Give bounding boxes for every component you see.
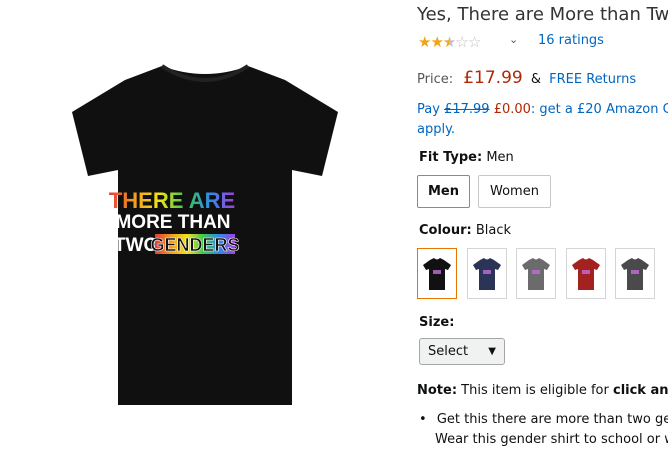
- eligibility-note: Note: This item is eligible for click an…: [417, 383, 668, 398]
- shirt-text-line1: THERE ARE: [109, 188, 235, 213]
- feature-bullet: • Get this there are more than two gen W…: [419, 410, 668, 450]
- promo-offer[interactable]: Pay £17.99 £0.00: get a £20 Amazon Gi ap…: [417, 100, 668, 140]
- size-select[interactable]: Select ▼: [419, 338, 505, 365]
- price-value: £17.99: [463, 68, 523, 88]
- tshirt-thumb-icon: [572, 257, 600, 290]
- size-select-value: Select: [428, 344, 469, 359]
- star-icon: ★: [418, 33, 431, 51]
- fit-type-label: Fit Type:: [419, 150, 483, 165]
- tshirt-thumb-icon: [522, 257, 550, 290]
- colour-label: Colour:: [419, 223, 472, 238]
- fit-type-value: Men: [486, 150, 514, 165]
- colour-swatch[interactable]: [516, 248, 556, 299]
- note-bold-text: click and c: [612, 383, 668, 398]
- price-label: Price:: [417, 72, 454, 87]
- colour-swatch[interactable]: [417, 248, 457, 299]
- fit-type-label-row: Fit Type: Men: [419, 150, 514, 165]
- free-returns-link[interactable]: FREE Returns: [549, 72, 636, 87]
- promo-text: : get a £20 Amazon Gi: [530, 102, 668, 117]
- colour-swatch[interactable]: [467, 248, 507, 299]
- promo-pay: Pay: [417, 102, 440, 117]
- star-empty-icon: ☆: [455, 33, 468, 51]
- tshirt-thumb-icon: [473, 257, 501, 290]
- chevron-down-icon[interactable]: ⌄: [509, 33, 518, 46]
- colour-swatch[interactable]: [615, 248, 655, 299]
- note-label: Note:: [417, 383, 458, 398]
- dropdown-arrow-icon: ▼: [488, 346, 496, 357]
- note-text: This item is eligible for: [457, 383, 613, 398]
- star-empty-icon: ☆: [467, 33, 481, 51]
- bullet-line1: Get this there are more than two gen: [436, 412, 668, 427]
- colour-swatch[interactable]: [566, 248, 606, 299]
- colour-label-row: Colour: Black: [419, 223, 511, 238]
- star-icon: ★: [430, 33, 443, 51]
- promo-line2: apply.: [417, 122, 456, 137]
- price-amp: &: [530, 72, 541, 87]
- shirt-text-line3b: GENDERS: [150, 235, 239, 255]
- shirt-text-line2: MORE THAN: [115, 212, 230, 233]
- tshirt-thumb-icon: [621, 257, 649, 290]
- price-row: Price: £17.99 & FREE Returns: [417, 68, 636, 88]
- ratings-link[interactable]: 16 ratings: [538, 33, 604, 48]
- bullet-line2: Wear this gender shirt to school or w: [435, 432, 668, 447]
- colour-value: Black: [475, 223, 512, 238]
- star-half-icon: ★: [442, 33, 456, 51]
- tshirt-image: THERE ARE MORE THAN TWO GENDERS: [72, 64, 338, 405]
- tshirt-thumb-icon: [423, 257, 451, 290]
- size-label: Size:: [419, 315, 455, 330]
- promo-old-price: £17.99: [444, 102, 490, 117]
- product-title: Yes, There are More than Two: [417, 4, 668, 25]
- fit-option-women[interactable]: Women: [478, 175, 551, 208]
- promo-new-price: £0.00: [493, 102, 531, 117]
- product-image[interactable]: THERE ARE MORE THAN TWO GENDERS: [0, 0, 410, 448]
- rating-stars[interactable]: ★ ★ ★ ☆ ☆: [418, 33, 481, 51]
- fit-option-men[interactable]: Men: [417, 175, 470, 208]
